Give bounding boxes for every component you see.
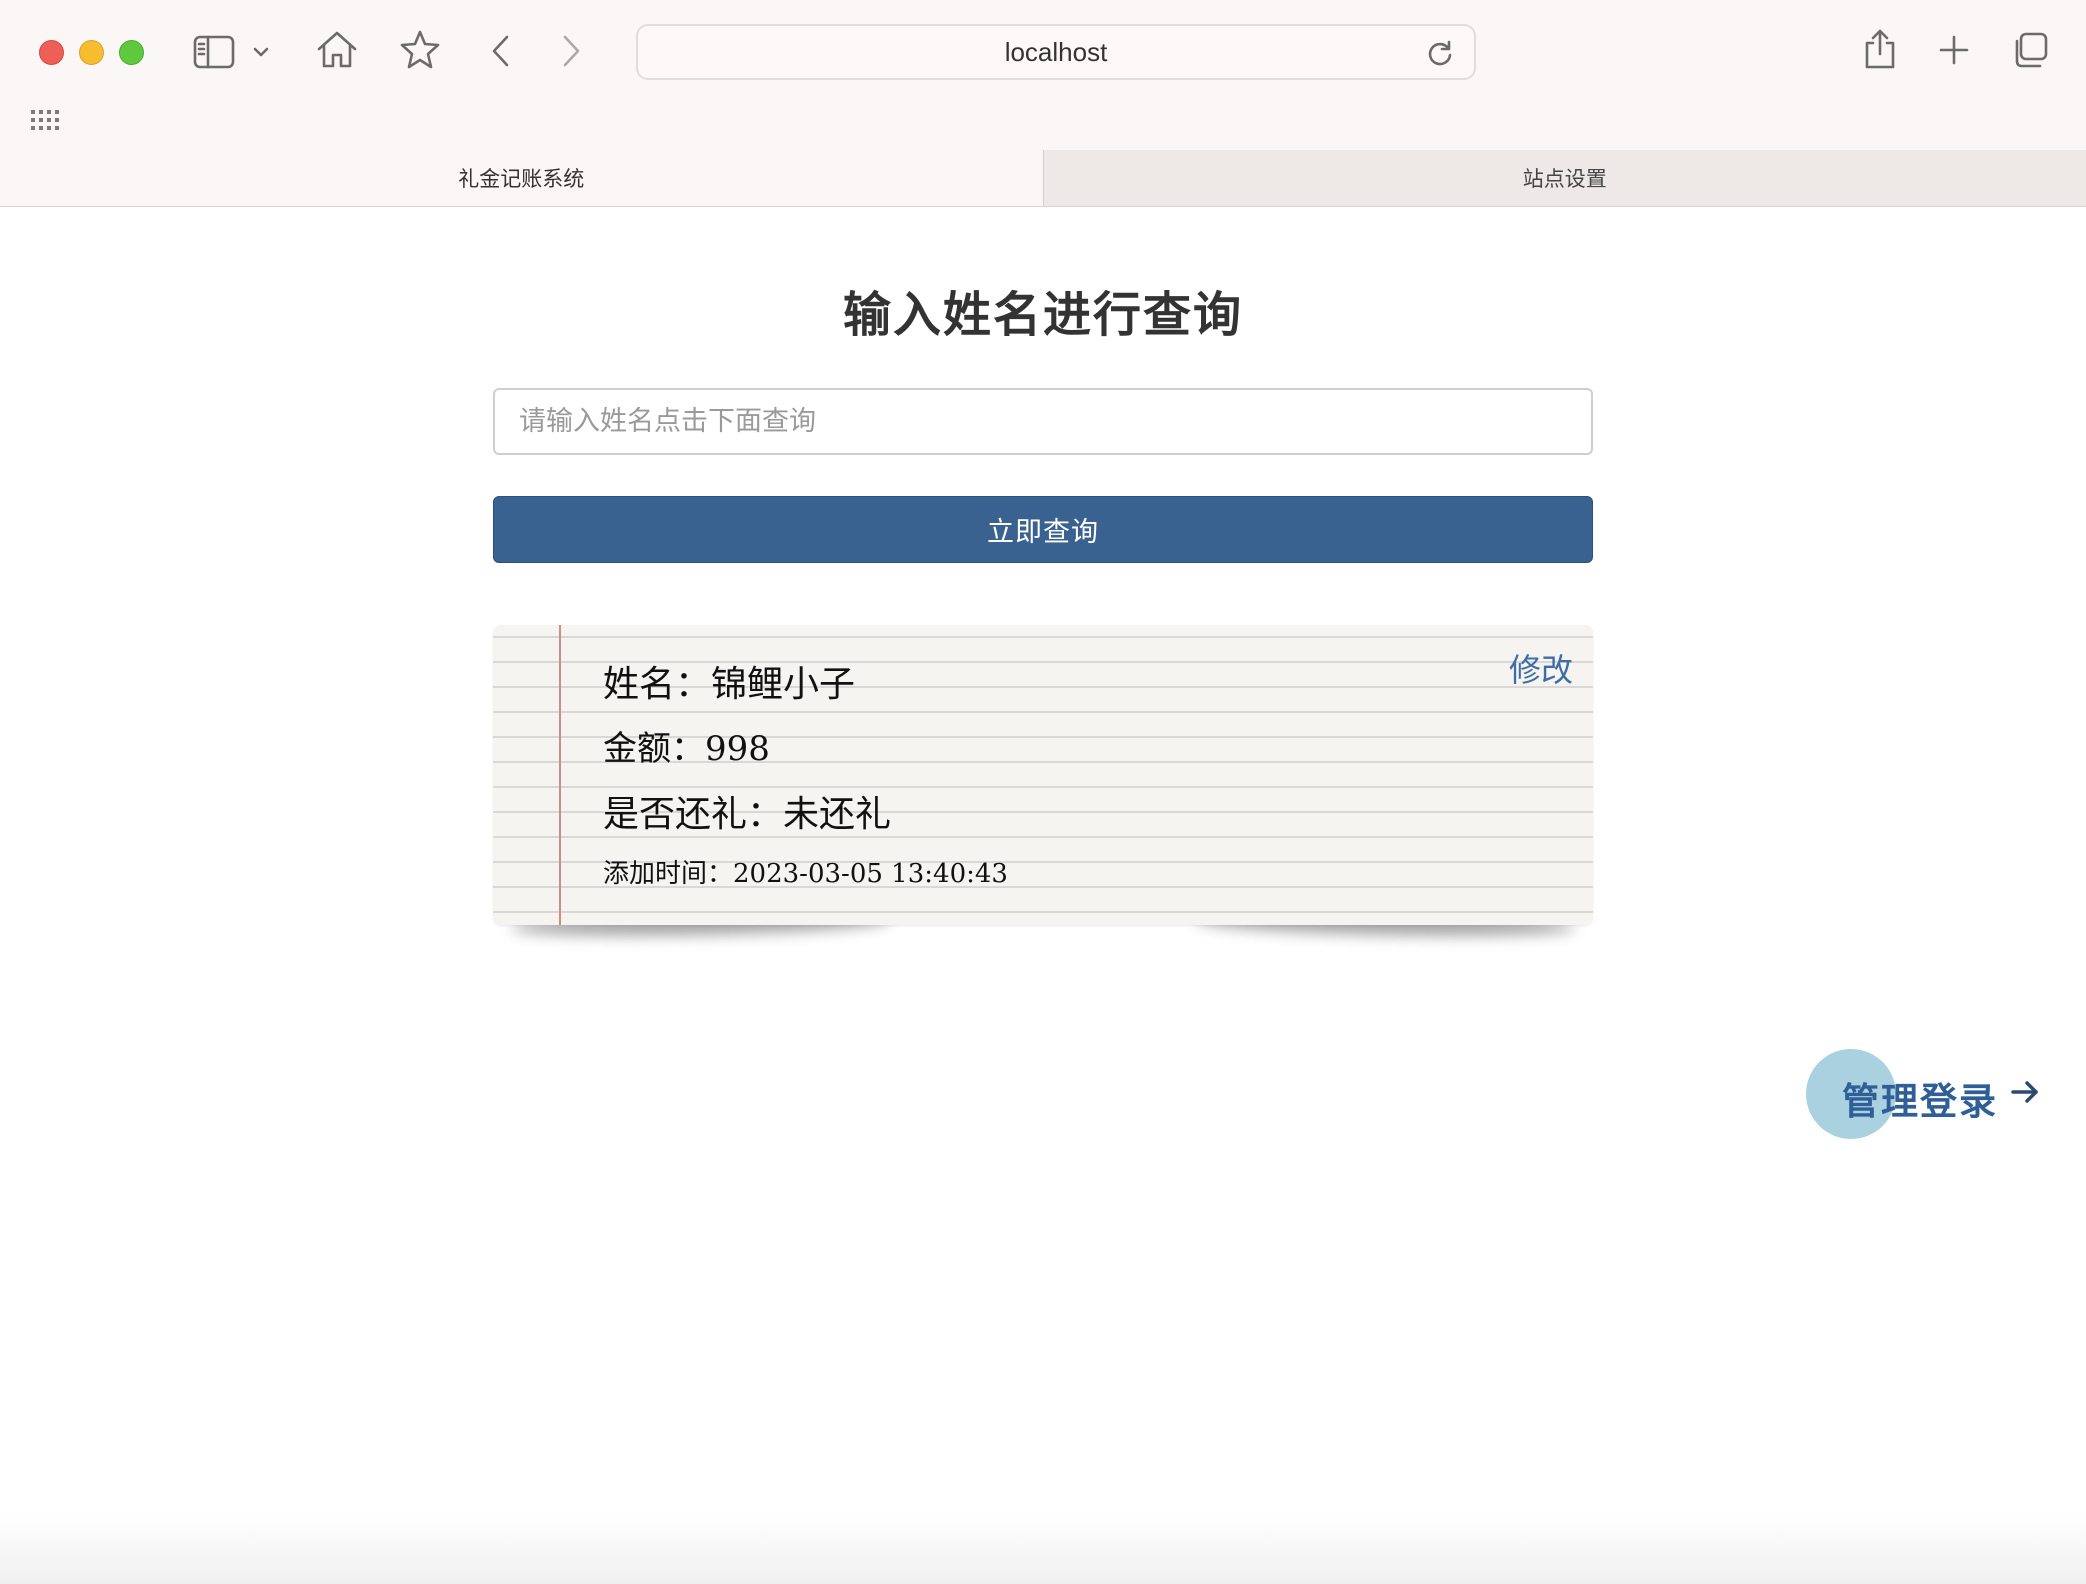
record-amount-row: 金额：998 xyxy=(603,721,770,770)
forward-icon[interactable] xyxy=(554,30,588,72)
tab-overview-icon[interactable] xyxy=(2008,28,2052,72)
query-button[interactable]: 立即查询 xyxy=(493,496,1593,563)
tab-bar: 礼金记账系统 站点设置 xyxy=(0,150,2086,207)
name-label: 姓名： xyxy=(603,664,712,705)
back-icon[interactable] xyxy=(484,30,518,72)
edit-link[interactable]: 修改 xyxy=(1509,645,1573,691)
sidebar-icon[interactable] xyxy=(192,30,236,74)
tab-site-settings[interactable]: 站点设置 xyxy=(1042,150,2086,206)
page-title: 输入姓名进行查询 xyxy=(842,287,1243,343)
admin-login-button[interactable]: 管理登录 xyxy=(1806,1049,2046,1141)
arrow-right-icon xyxy=(2010,1079,2040,1109)
star-icon[interactable] xyxy=(396,26,444,72)
admin-login-label: 管理登录 xyxy=(1842,1080,1998,1123)
record-card: 姓名：锦鲤小子 金额：998 是否还礼：未还礼 添加时间：2023-03-05 … xyxy=(493,625,1593,939)
window-controls xyxy=(39,40,144,65)
tab-label: 礼金记账系统 xyxy=(458,167,585,191)
amount-value: 998 xyxy=(705,729,770,769)
notebook-paper: 姓名：锦鲤小子 金额：998 是否还礼：未还礼 添加时间：2023-03-05 … xyxy=(493,625,1593,925)
apps-grid-icon[interactable] xyxy=(31,110,59,136)
amount-label: 金额： xyxy=(603,729,705,769)
tab-gift-ledger[interactable]: 礼金记账系统 xyxy=(0,150,1043,206)
returned-value: 未还礼 xyxy=(783,794,892,835)
browser-toolbar: localhost xyxy=(0,0,2086,150)
new-tab-icon[interactable] xyxy=(1934,30,1974,70)
browser-window: localhost 礼金记账系统 站点设置 输入姓名进行查询 请输入姓名点击下面… xyxy=(0,0,2086,1584)
time-value: 2023-03-05 13:40:43 xyxy=(733,859,1008,889)
record-returned-row: 是否还礼：未还礼 xyxy=(603,785,891,837)
minimize-window-button[interactable] xyxy=(79,40,104,65)
home-icon[interactable] xyxy=(312,26,362,72)
record-name-row: 姓名：锦鲤小子 xyxy=(603,655,855,707)
reload-icon[interactable] xyxy=(1426,39,1454,67)
margin-line xyxy=(559,625,561,925)
tab-label: 站点设置 xyxy=(1522,167,1607,191)
name-value: 锦鲤小子 xyxy=(711,664,856,705)
zoom-window-button[interactable] xyxy=(119,40,144,65)
chevron-down-icon[interactable] xyxy=(248,40,274,64)
page-content: 输入姓名进行查询 立即查询 姓名：锦鲤小子 金额：998 是否还礼：未还礼 添加… xyxy=(0,207,2086,1584)
bottom-fade xyxy=(0,1514,2086,1584)
returned-label: 是否还礼： xyxy=(603,794,784,835)
address-bar[interactable]: localhost xyxy=(636,24,1476,80)
url-text: localhost xyxy=(1004,36,1108,67)
time-label: 添加时间： xyxy=(603,859,734,889)
close-window-button[interactable] xyxy=(39,40,64,65)
name-search-input[interactable] xyxy=(493,388,1593,455)
share-icon[interactable] xyxy=(1858,24,1902,74)
record-time-row: 添加时间：2023-03-05 13:40:43 xyxy=(603,853,1008,890)
